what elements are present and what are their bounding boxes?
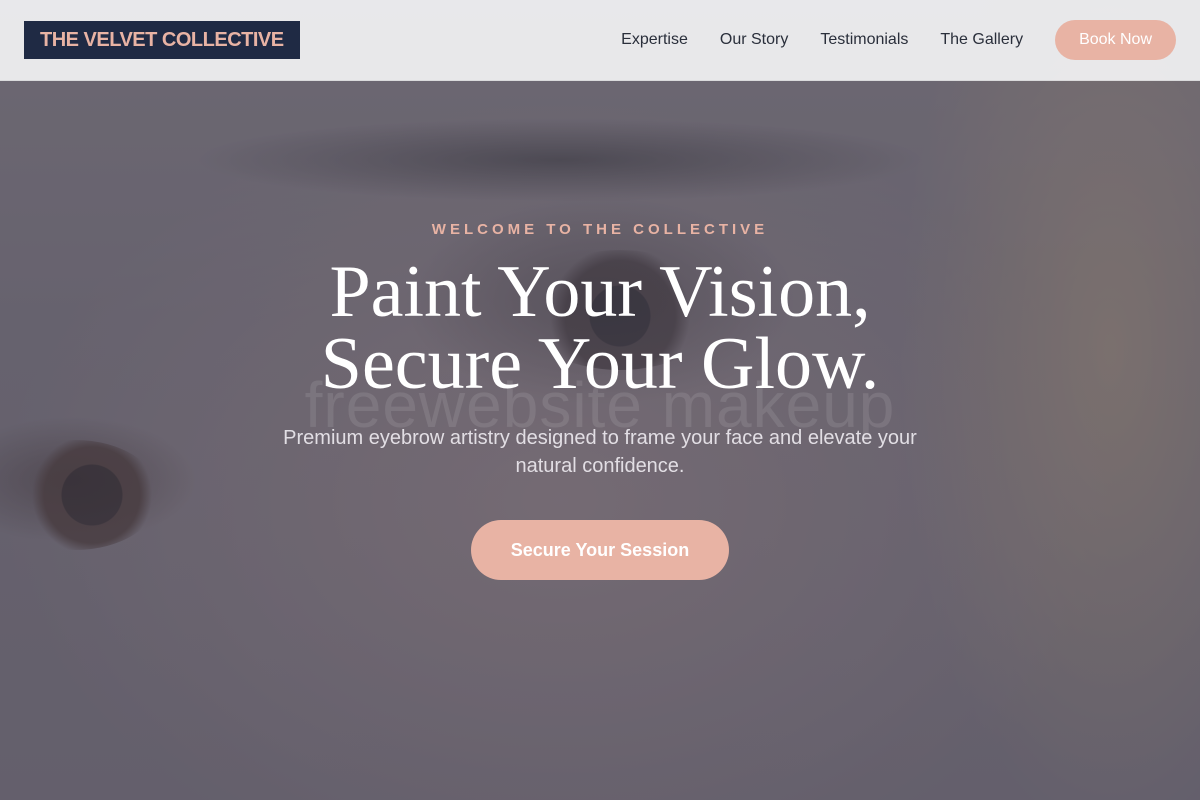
hero-subheadline: Premium eyebrow artistry designed to fra…	[283, 427, 917, 477]
book-now-button[interactable]: Book Now	[1055, 20, 1176, 60]
hero-section: WELCOME TO THE COLLECTIVE Paint Your Vis…	[0, 220, 1200, 580]
hero-eyebrow: WELCOME TO THE COLLECTIVE	[431, 221, 769, 238]
nav-link-the-gallery[interactable]: The Gallery	[940, 31, 1023, 49]
hero-headline-line-2: Secure Your Glow.	[320, 323, 880, 405]
hero-headline: Paint Your Vision, Secure Your Glow.	[0, 251, 1200, 405]
top-navbar: THE VELVET COLLECTIVE Expertise Our Stor…	[0, 0, 1200, 81]
main-nav: Expertise Our Story Testimonials The Gal…	[621, 20, 1176, 60]
hero-headline-line-1: Paint Your Vision,	[329, 251, 871, 333]
landing-page: freewebsite makeup THE VELVET COLLECTIVE…	[0, 0, 1200, 800]
brand-logo[interactable]: THE VELVET COLLECTIVE	[24, 21, 300, 59]
nav-link-our-story[interactable]: Our Story	[720, 31, 788, 49]
nav-link-testimonials[interactable]: Testimonials	[820, 31, 908, 49]
nav-link-expertise[interactable]: Expertise	[621, 31, 688, 49]
secure-session-button[interactable]: Secure Your Session	[470, 520, 730, 580]
